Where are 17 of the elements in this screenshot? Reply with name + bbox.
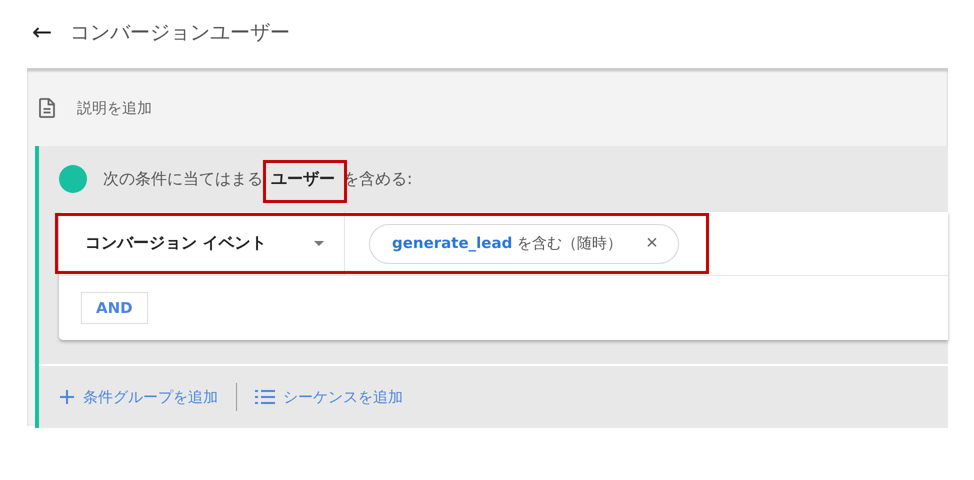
add-link[interactable]: 条件グループを追加 [59,388,218,406]
list-icon [255,389,275,405]
and-button[interactable]: AND [81,292,148,324]
status-dot [59,165,87,193]
field-dropdown[interactable]: コンバージョン イベント [59,212,345,275]
add-link[interactable]: シーケンスを追加 [255,388,403,406]
back-button[interactable]: ← [28,18,56,46]
page-title: コンバージョンユーザー [70,18,290,46]
add-description-link[interactable]: 説明を追加 [77,98,152,118]
caret-icon [314,241,324,246]
subject-dropdown[interactable]: ユーザー [271,168,335,188]
condition-text: 次の条件に当てはまる [103,168,263,190]
plus-icon [59,389,75,405]
close-button[interactable]: × [646,232,658,255]
condition-chip[interactable]: generate_lead を含む（随時） × [369,224,679,264]
document-icon [39,98,55,118]
chip-label: generate_lead を含む（随時） [392,234,622,253]
